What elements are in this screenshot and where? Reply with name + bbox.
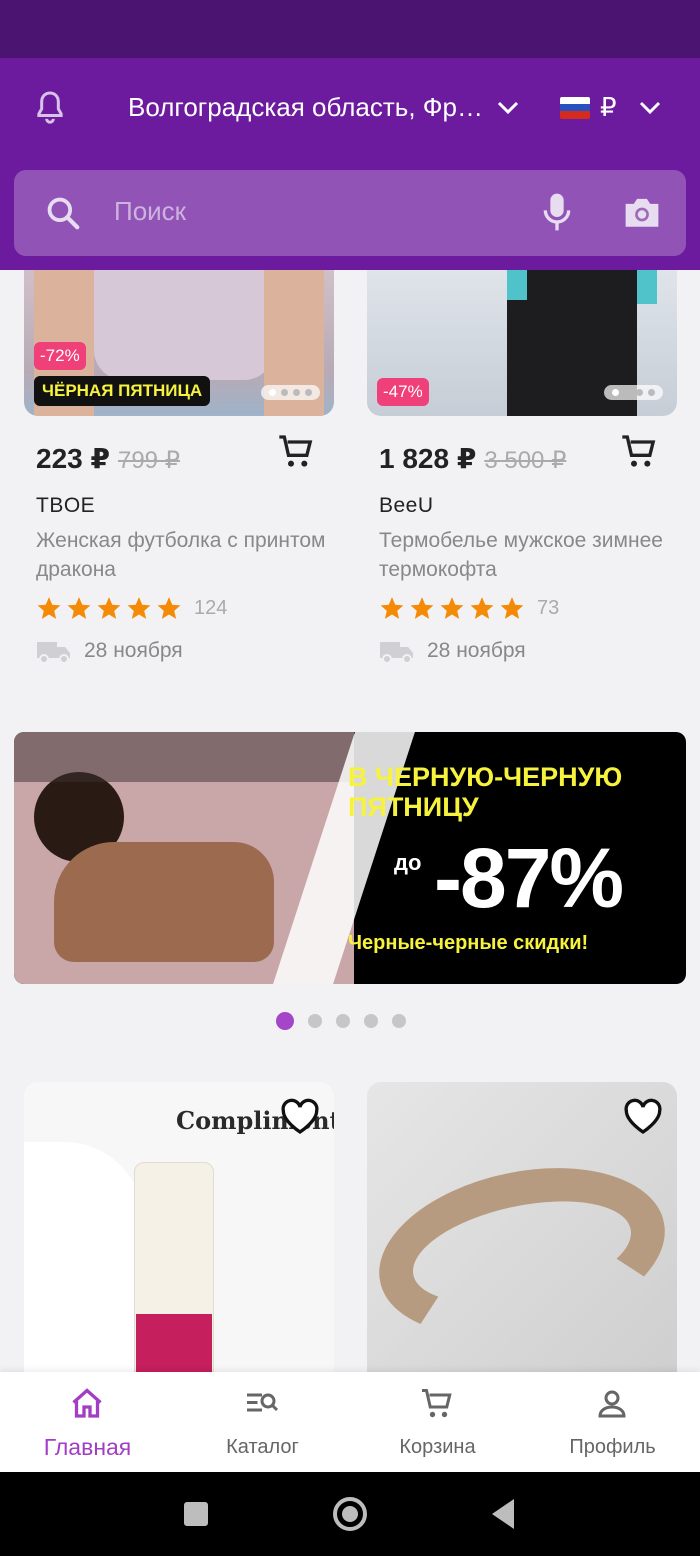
header-row: Волгоградская область, Фр… ₽ [0, 58, 700, 162]
image-pager-dots [261, 385, 320, 400]
search-icon [47, 197, 80, 230]
banner-carousel-dots[interactable] [276, 1012, 406, 1030]
rating-count: 73 [537, 596, 560, 619]
carousel-dot[interactable] [308, 1014, 322, 1028]
nav-item-home[interactable]: Главная [0, 1372, 175, 1472]
carousel-dot[interactable] [392, 1014, 406, 1028]
star-icon [127, 597, 151, 619]
nav-item-catalog[interactable]: Каталог [175, 1372, 350, 1472]
banner-prefix: до [394, 850, 422, 875]
product-image[interactable]: -47% [367, 270, 677, 416]
russia-flag-icon [560, 96, 590, 119]
currency-selector[interactable]: ₽ [560, 92, 661, 123]
product-title: Женская футболка с принтом дракона [36, 529, 326, 581]
price: 1 828 ₽ [379, 443, 477, 474]
home-nav-icon[interactable] [330, 1494, 370, 1534]
location-selector[interactable]: Волгоградская область, Фр… [128, 92, 519, 123]
carousel-dot[interactable] [336, 1014, 350, 1028]
nav-label: Главная [43, 1434, 132, 1460]
chevron-down-icon [639, 101, 660, 114]
nav-label: Корзина [399, 1436, 476, 1458]
location-label: Волгоградская область, Фр… [128, 92, 483, 122]
nav-item-profile[interactable]: Профиль [525, 1372, 700, 1472]
banner-headline: В ЧЕРНУЮ-ЧЕРНУЮ ПЯТНИЦУ [348, 762, 623, 822]
delivery-info: 28 ноября [379, 638, 526, 664]
cart-icon [422, 1389, 452, 1418]
promo-banner[interactable]: В ЧЕРНУЮ-ЧЕРНУЮ ПЯТНИЦУ до -87% Черные-ч… [14, 732, 686, 984]
home-icon [72, 1388, 102, 1418]
catalog-search-icon [247, 1393, 279, 1412]
rating: 73 [379, 595, 559, 621]
search-input[interactable] [114, 196, 494, 227]
back-icon[interactable] [488, 1494, 518, 1534]
chevron-down-icon [497, 101, 519, 114]
banner-discount: -87% [434, 831, 624, 925]
image-pager-dots [604, 385, 663, 400]
star-icon [500, 597, 524, 619]
rating: 124 [36, 595, 227, 621]
star-icon [157, 597, 181, 619]
bottom-nav: Главная Каталог Корзина Профиль [0, 1372, 700, 1472]
product-image[interactable]: -72% ЧЁРНАЯ ПЯТНИЦА [24, 270, 334, 416]
price-row: 1 828 ₽ 3 500 ₽ [379, 442, 566, 475]
add-to-cart-icon[interactable] [276, 432, 316, 472]
brand-name: TBOE [36, 494, 96, 517]
carousel-dot[interactable] [276, 1012, 294, 1030]
star-icon [440, 597, 464, 619]
delivery-date: 28 ноября [84, 639, 183, 662]
truck-icon [380, 642, 413, 664]
truck-icon [37, 642, 70, 664]
discount-badge: -72% [34, 342, 86, 370]
profile-icon [598, 1390, 626, 1418]
star-icon [410, 597, 434, 619]
microphone-icon[interactable] [542, 192, 572, 232]
recents-icon[interactable] [182, 1494, 210, 1534]
star-icon [470, 597, 494, 619]
discount-badge: -47% [377, 378, 429, 406]
camera-icon[interactable] [622, 194, 662, 230]
old-price: 799 ₽ [117, 447, 180, 474]
nav-label: Каталог [226, 1436, 299, 1458]
price: 223 ₽ [36, 443, 110, 474]
banner-photo [14, 732, 415, 984]
star-icon [380, 597, 404, 619]
bell-icon[interactable] [30, 88, 70, 128]
product-title: Термобелье мужское зимнее термокофта [379, 529, 663, 581]
price-row: 223 ₽ 799 ₽ [36, 442, 180, 475]
carousel-dot[interactable] [364, 1014, 378, 1028]
currency-label: ₽ [600, 92, 617, 122]
banner-subline: Черные-черные скидки! [348, 932, 589, 954]
app-header: Волгоградская область, Фр… ₽ [0, 58, 700, 270]
star-icon [97, 597, 121, 619]
delivery-date: 28 ноября [427, 639, 526, 662]
nav-item-cart[interactable]: Корзина [350, 1372, 525, 1472]
favorite-heart-icon[interactable] [623, 1098, 663, 1136]
favorite-heart-icon[interactable] [280, 1098, 320, 1136]
status-bar [0, 0, 700, 58]
product-card[interactable] [367, 1082, 677, 1372]
product-card[interactable]: Compliment [24, 1082, 334, 1372]
search-bar[interactable] [14, 170, 686, 256]
star-icon [37, 597, 61, 619]
system-nav-bar [0, 1472, 700, 1556]
nav-label: Профиль [569, 1436, 656, 1458]
add-to-cart-icon[interactable] [619, 432, 659, 472]
black-friday-badge: ЧЁРНАЯ ПЯТНИЦА [34, 376, 211, 406]
rating-count: 124 [194, 596, 228, 619]
old-price: 3 500 ₽ [484, 447, 567, 474]
brand-name: BeeU [379, 494, 434, 517]
delivery-info: 28 ноября [36, 638, 183, 664]
star-icon [67, 597, 91, 619]
